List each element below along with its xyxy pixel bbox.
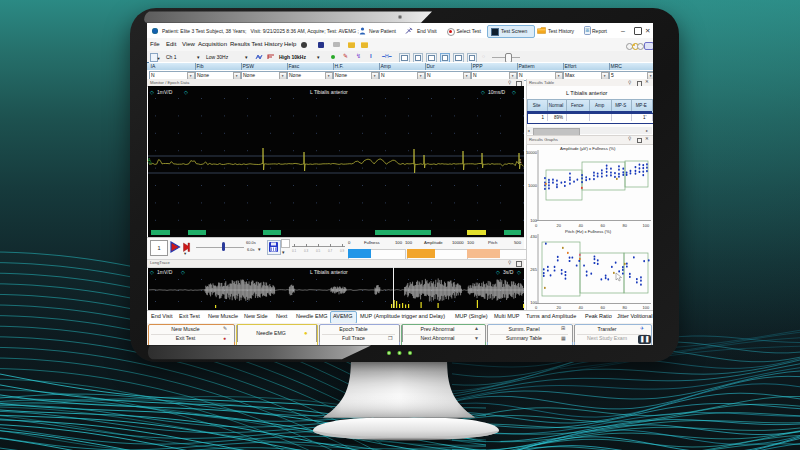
svg-text:A: A: [148, 157, 152, 163]
